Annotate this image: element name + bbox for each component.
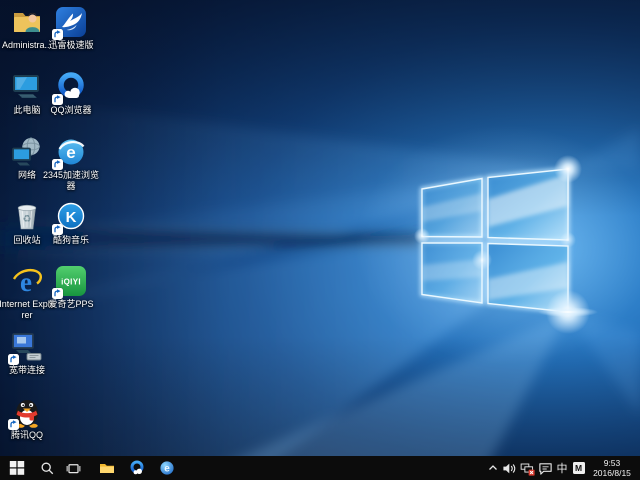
broadband-icon: [10, 330, 44, 364]
taskbar: e: [0, 456, 640, 480]
system-tray: 中 M 9:53 2016/8/15: [485, 456, 640, 480]
task-view-button[interactable]: [60, 456, 86, 480]
kugou-k-icon: K: [54, 200, 88, 234]
recycle-bin-icon: ♻: [10, 200, 44, 234]
clock-date: 2016/8/15: [589, 468, 635, 478]
xunlei-bird-icon: [54, 5, 88, 39]
show-hidden-icons-button[interactable]: [485, 456, 500, 480]
e-browser-icon: e: [54, 135, 88, 169]
icon-label: 宽带连接: [9, 365, 45, 376]
svg-text:♻: ♻: [23, 214, 32, 225]
shortcut-arrow-icon: [52, 159, 63, 170]
desktop-icon-qq-browser[interactable]: QQ浏览器: [42, 70, 100, 116]
qq-penguin-icon: [10, 395, 44, 429]
desktop-icon-2345-browser[interactable]: e 2345加速浏览器: [42, 135, 100, 192]
start-button[interactable]: [0, 456, 34, 480]
qq-browser-icon: [54, 70, 88, 104]
file-explorer-button[interactable]: [92, 456, 122, 480]
icon-label: 酷狗音乐: [53, 235, 89, 246]
computer-icon: [10, 70, 44, 104]
svg-text:K: K: [66, 209, 77, 226]
icon-label: QQ浏览器: [50, 105, 91, 116]
task-view-icon: [66, 461, 81, 476]
icon-label: 爱奇艺PPS: [48, 299, 93, 310]
shortcut-arrow-icon: [8, 419, 19, 430]
ie-icon: e: [10, 264, 44, 298]
svg-text:e: e: [164, 464, 170, 475]
shortcut-arrow-icon: [52, 288, 63, 299]
desktop-icon-kugou[interactable]: K 酷狗音乐: [42, 200, 100, 246]
desktop-icon-broadband[interactable]: 宽带连接: [0, 330, 56, 376]
network-globe-icon: [10, 135, 44, 169]
icon-label: 腾讯QQ: [11, 430, 43, 441]
desktop-icon-tencent-qq[interactable]: 腾讯QQ: [0, 395, 56, 441]
svg-text:iQIYI: iQIYI: [61, 278, 81, 287]
desktop-icon-xunlei[interactable]: 迅雷极速版: [42, 5, 100, 51]
speaker-icon: [502, 461, 517, 476]
iqiyi-icon: iQIYI: [54, 264, 88, 298]
shortcut-arrow-icon: [8, 354, 19, 365]
icon-label: 回收站: [13, 235, 40, 246]
windows-logo-icon: [9, 460, 25, 476]
shortcut-arrow-icon: [52, 29, 63, 40]
network-status-button[interactable]: [518, 456, 536, 480]
clock-time: 9:53: [589, 458, 635, 468]
folder-icon: [99, 460, 115, 476]
volume-button[interactable]: [500, 456, 518, 480]
icon-label: 网络: [18, 170, 36, 181]
icon-label: 迅雷极速版: [48, 40, 93, 51]
svg-text:e: e: [66, 143, 75, 162]
taskbar-clock[interactable]: 9:53 2016/8/15: [587, 458, 637, 478]
message-bubble-icon: [538, 461, 553, 476]
windows-desktop: { "desktop": { "icons": [ {"id":"adminis…: [0, 0, 640, 480]
search-button[interactable]: [34, 456, 60, 480]
desktop-icon-iqiyi[interactable]: iQIYI 爱奇艺PPS: [42, 264, 100, 310]
search-icon: [40, 461, 55, 476]
action-center-button[interactable]: [536, 456, 554, 480]
qq-browser-button[interactable]: [122, 456, 152, 480]
chevron-up-icon: [487, 462, 499, 474]
network-disconnected-icon: [520, 461, 535, 476]
icon-label: 2345加速浏览器: [42, 170, 100, 192]
ime-m-icon: M: [573, 462, 585, 474]
user-folder-icon: [10, 5, 44, 39]
shortcut-arrow-icon: [52, 224, 63, 235]
e-browser-button[interactable]: e: [152, 456, 182, 480]
taskbar-left: e: [0, 456, 182, 480]
shortcut-arrow-icon: [52, 94, 63, 105]
ime-mode-indicator[interactable]: 中: [554, 456, 570, 480]
ime-language-badge[interactable]: M: [570, 456, 587, 480]
qq-browser-icon: [129, 460, 145, 476]
icon-label: 此电脑: [13, 105, 40, 116]
browser-sphere-icon: e: [159, 460, 175, 476]
